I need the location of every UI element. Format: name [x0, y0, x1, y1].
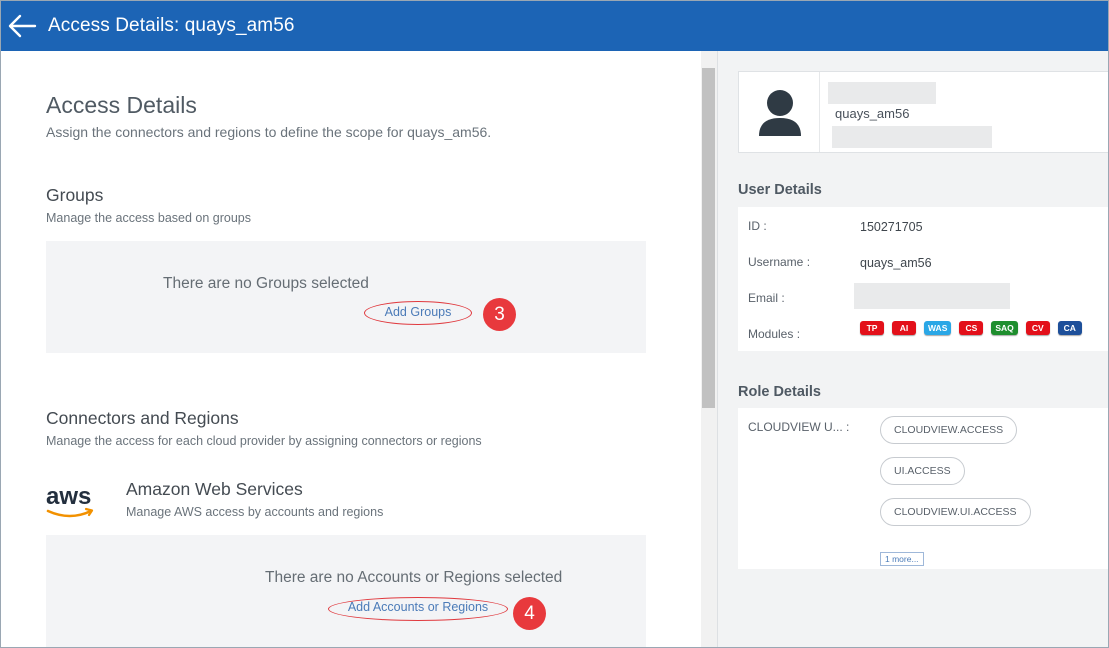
groups-subtitle: Manage the access based on groups — [46, 211, 251, 225]
modules-list: TP AI WAS CS SAQ CV CA — [860, 321, 1082, 335]
groups-panel: There are no Groups selected Add Groups … — [46, 241, 646, 353]
role-details-panel: CLOUDVIEW U... : CLOUDVIEW.ACCESS UI.ACC… — [738, 408, 1108, 569]
username-value: quays_am56 — [860, 256, 932, 270]
user-sidebar: quays_am56 User Details ID : 150271705 U… — [717, 51, 1108, 647]
profile-username: quays_am56 — [835, 106, 910, 121]
role-label: CLOUDVIEW U... : — [748, 420, 850, 434]
module-badge: CS — [959, 321, 984, 335]
step-badge: 3 — [483, 298, 516, 331]
user-details-panel: ID : 150271705 Username : quays_am56 Ema… — [738, 207, 1108, 351]
user-details-title: User Details — [738, 182, 822, 198]
username-label: Username : — [748, 255, 811, 269]
user-avatar-icon — [759, 90, 801, 136]
module-badge: TP — [860, 321, 884, 335]
user-card: quays_am56 — [738, 71, 1108, 153]
scrollbar-thumb[interactable] — [702, 68, 715, 408]
redacted-email-value — [854, 283, 1010, 309]
permission-pill: UI.ACCESS — [880, 457, 965, 485]
groups-empty-message: There are no Groups selected — [163, 275, 369, 292]
aws-subtitle: Manage AWS access by accounts and region… — [126, 505, 384, 519]
module-badge: SAQ — [991, 321, 1018, 335]
permission-pill: CLOUDVIEW.UI.ACCESS — [880, 498, 1031, 526]
page-title: Access Details: quays_am56 — [48, 15, 295, 36]
module-badge: CV — [1025, 321, 1050, 335]
section-title: Access Details — [46, 92, 197, 118]
back-arrow-icon[interactable] — [7, 12, 37, 40]
add-groups-link[interactable]: Add Groups — [364, 305, 472, 319]
aws-empty-message: There are no Accounts or Regions selecte… — [265, 569, 563, 586]
aws-accounts-panel: There are no Accounts or Regions selecte… — [46, 535, 646, 647]
main-content: Access Details Assign the connectors and… — [1, 51, 701, 647]
aws-title: Amazon Web Services — [126, 479, 303, 499]
connectors-subtitle: Manage the access for each cloud provide… — [46, 434, 482, 448]
redacted-full-name — [828, 82, 936, 104]
email-label: Email : — [748, 291, 785, 305]
connectors-title: Connectors and Regions — [46, 408, 239, 428]
add-accounts-or-regions-link[interactable]: Add Accounts or Regions — [328, 600, 508, 614]
aws-logo-text: aws — [46, 483, 91, 510]
app-window: Access Details: quays_am56 Access Detail… — [0, 0, 1109, 648]
aws-logo: aws — [46, 483, 96, 521]
id-value: 150271705 — [860, 220, 923, 234]
step-badge: 4 — [513, 597, 546, 630]
id-label: ID : — [748, 219, 767, 233]
groups-title: Groups — [46, 185, 104, 205]
more-permissions-link[interactable]: 1 more... — [880, 552, 924, 566]
permission-pill: CLOUDVIEW.ACCESS — [880, 416, 1018, 444]
module-badge: CA — [1057, 321, 1082, 335]
section-subtitle: Assign the connectors and regions to def… — [46, 124, 492, 140]
module-badge: WAS — [924, 321, 952, 335]
redacted-email — [832, 126, 992, 148]
role-details-title: Role Details — [738, 384, 821, 400]
header-bar: Access Details: quays_am56 — [1, 1, 1108, 51]
modules-label: Modules : — [748, 327, 801, 341]
module-badge: AI — [892, 321, 916, 335]
avatar — [739, 72, 820, 152]
